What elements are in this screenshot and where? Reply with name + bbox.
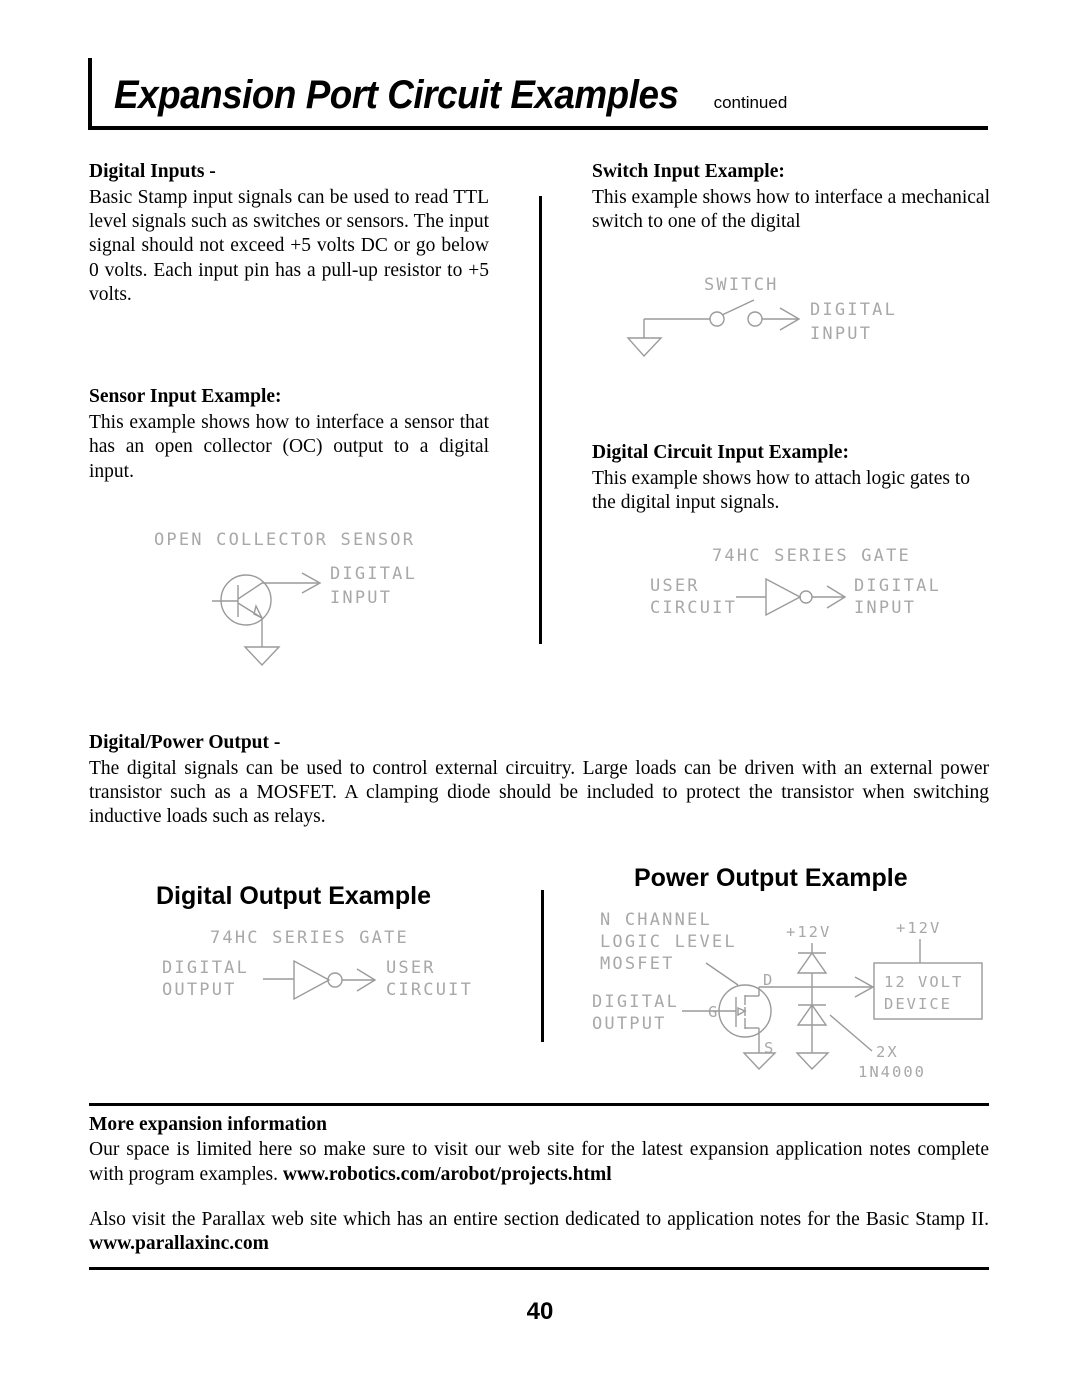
diode-label-line2: 1N4000 bbox=[858, 1063, 926, 1081]
sensor-input-heading: Sensor Input Example: bbox=[89, 386, 282, 408]
gate-input-label-line2: CIRCUIT bbox=[650, 598, 737, 618]
diode-label-line1: 2X bbox=[876, 1043, 899, 1061]
open-collector-sensor-schematic: OPEN COLLECTOR SENSOR DIGITAL INPUT bbox=[150, 527, 490, 667]
more-info-paragraph-1: Our space is limited here so make sure t… bbox=[89, 1138, 989, 1187]
mosfet-drain-label: D bbox=[763, 971, 774, 989]
footer-rule-bottom bbox=[89, 1266, 989, 1270]
switch-schematic: SWITCH DIGITAL INPUT bbox=[612, 272, 952, 377]
digital-power-output-heading: Digital/Power Output - bbox=[89, 732, 281, 753]
page-number: 40 bbox=[526, 1298, 554, 1325]
header-title-row: Expansion Port Circuit Examples continued bbox=[114, 73, 787, 118]
digital-circuit-input-heading: Digital Circuit Input Example: bbox=[592, 442, 849, 463]
gate-output-label-line1: DIGITAL bbox=[854, 576, 941, 596]
digital-output-input-label-line2: OUTPUT bbox=[162, 980, 237, 1000]
mosfet-gate-label: G bbox=[708, 1003, 719, 1021]
mosfet-label-line2: LOGIC LEVEL bbox=[600, 932, 737, 952]
gate-input-label-line1: USER bbox=[650, 576, 700, 596]
digital-output-output-label-line2: CIRCUIT bbox=[386, 980, 473, 1000]
parallax-url[interactable]: www.parallaxinc.com bbox=[89, 1233, 269, 1254]
digital-circuit-input-block: Digital Circuit Input Example: This exam… bbox=[592, 441, 992, 515]
page-header: Expansion Port Circuit Examples continued bbox=[88, 58, 988, 130]
column-divider-top bbox=[539, 196, 542, 644]
robotics-url[interactable]: www.robotics.com/arobot/projects.html bbox=[283, 1164, 612, 1185]
logic-gate-input-schematic: 74HC SERIES GATE USER CIRCUIT DIGITAL IN… bbox=[648, 543, 978, 633]
digital-power-output-body: The digital signals can be used to contr… bbox=[89, 757, 989, 828]
gate-output-label-line2: INPUT bbox=[854, 598, 916, 618]
more-info-p2-text: Also visit the Parallax web site which h… bbox=[89, 1208, 989, 1230]
header-continued-label: continued bbox=[713, 93, 788, 112]
column-divider-bottom bbox=[541, 890, 544, 1042]
power-input-label-line1: DIGITAL bbox=[592, 992, 679, 1012]
right-column: Switch Input Example: This example shows… bbox=[592, 160, 990, 234]
switch-input-body: This example shows how to interface a me… bbox=[592, 186, 990, 232]
digital-output-schematic: 74HC SERIES GATE DIGITAL OUTPUT USER CIR… bbox=[160, 925, 500, 1015]
supply-right-label: +12V bbox=[896, 919, 941, 937]
power-output-schematic: N CHANNEL LOGIC LEVEL MOSFET D G S DIGIT… bbox=[590, 905, 990, 1085]
page-title: Expansion Port Circuit Examples bbox=[114, 73, 679, 117]
digital-output-output-label-line1: USER bbox=[386, 958, 436, 978]
device-label-line2: DEVICE bbox=[884, 995, 952, 1013]
digital-output-input-label-line1: DIGITAL bbox=[162, 958, 249, 978]
digital-output-schematic-title: 74HC SERIES GATE bbox=[210, 928, 409, 948]
digital-inputs-body: Basic Stamp input signals can be used to… bbox=[89, 186, 489, 306]
more-info-paragraph-2: Also visit the Parallax web site which h… bbox=[89, 1208, 989, 1257]
sensor-schematic-title: OPEN COLLECTOR SENSOR bbox=[154, 530, 415, 550]
power-output-example-title: Power Output Example bbox=[634, 864, 908, 892]
digital-power-output-block: Digital/Power Output - The digital signa… bbox=[89, 731, 989, 830]
switch-output-label-line2: INPUT bbox=[810, 324, 872, 344]
switch-output-label-line1: DIGITAL bbox=[810, 300, 897, 320]
mosfet-label-line1: N CHANNEL bbox=[600, 910, 712, 930]
more-info-heading: More expansion information bbox=[89, 1114, 327, 1135]
supply-left-label: +12V bbox=[786, 923, 831, 941]
digital-output-example-title: Digital Output Example bbox=[156, 882, 432, 910]
footer-section: More expansion information Our space is … bbox=[89, 1103, 989, 1270]
switch-schematic-title: SWITCH bbox=[704, 275, 779, 295]
mosfet-label-line3: MOSFET bbox=[600, 954, 675, 974]
gate-schematic-title: 74HC SERIES GATE bbox=[712, 546, 911, 566]
sensor-output-label-line2: INPUT bbox=[330, 588, 392, 608]
digital-inputs-heading: Digital Inputs - bbox=[89, 161, 216, 182]
left-column: Digital Inputs - Basic Stamp input signa… bbox=[89, 160, 489, 484]
switch-input-heading: Switch Input Example: bbox=[592, 161, 785, 182]
sensor-output-label-line1: DIGITAL bbox=[330, 564, 417, 584]
sensor-input-body: This example shows how to interface a se… bbox=[89, 412, 489, 482]
power-input-label-line2: OUTPUT bbox=[592, 1014, 667, 1034]
digital-circuit-input-body: This example shows how to attach logic g… bbox=[592, 467, 971, 513]
document-page: Expansion Port Circuit Examples continued… bbox=[0, 0, 1080, 1397]
device-label-line1: 12 VOLT bbox=[884, 973, 963, 991]
